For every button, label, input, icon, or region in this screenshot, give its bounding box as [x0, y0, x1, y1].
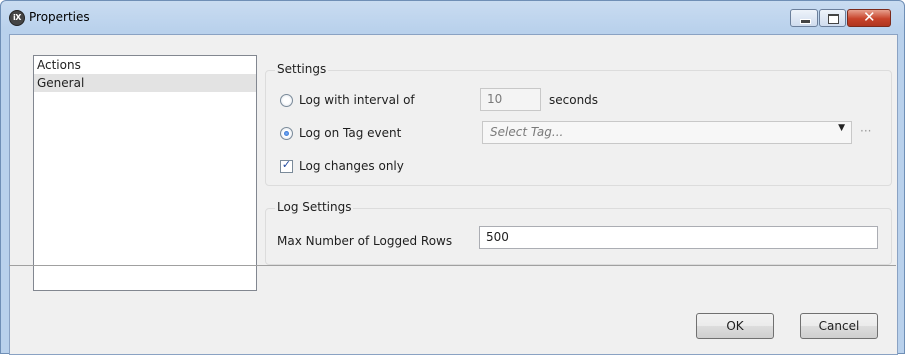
browse-tag-button[interactable]: ···: [860, 124, 871, 138]
list-item-actions[interactable]: Actions: [34, 56, 256, 74]
max-rows-input[interactable]: 500: [479, 226, 878, 249]
minimize-button[interactable]: [790, 9, 818, 27]
maximize-button[interactable]: [819, 9, 846, 27]
checkmark-icon: ✓: [281, 158, 292, 171]
max-rows-label: Max Number of Logged Rows: [277, 234, 453, 248]
select-tag-dropdown[interactable]: Select Tag... ▼: [482, 121, 852, 144]
chevron-down-icon: ▼: [838, 123, 845, 133]
select-tag-placeholder: Select Tag...: [490, 125, 564, 139]
ok-button[interactable]: OK: [696, 313, 774, 339]
footer-separator: [9, 265, 896, 266]
log-changes-checkbox[interactable]: ✓: [280, 158, 293, 173]
minimize-icon: [800, 19, 811, 24]
log-tag-radio[interactable]: [280, 127, 293, 140]
log-interval-radio[interactable]: [280, 94, 293, 107]
close-button[interactable]: ✕: [847, 8, 891, 27]
log-settings-group-label: Log Settings: [275, 200, 354, 214]
close-icon: ✕: [863, 8, 876, 26]
log-tag-label[interactable]: Log on Tag event: [299, 126, 401, 140]
dialog-client-area: Actions General Settings Log with interv…: [9, 34, 898, 355]
category-list[interactable]: Actions General: [33, 55, 257, 291]
cancel-button[interactable]: Cancel: [800, 313, 878, 339]
list-item-general[interactable]: General: [34, 74, 256, 92]
interval-input[interactable]: 10: [480, 88, 541, 111]
log-changes-label[interactable]: Log changes only: [299, 159, 404, 173]
properties-dialog: iX Properties ✕ Actions General Settings…: [0, 0, 905, 355]
maximize-icon: [828, 14, 839, 24]
interval-unit-label: seconds: [549, 93, 599, 107]
title-bar[interactable]: iX Properties ✕: [1, 1, 904, 33]
window-title: Properties: [29, 10, 90, 24]
log-interval-label[interactable]: Log with interval of: [299, 93, 415, 107]
app-icon: iX: [9, 10, 25, 26]
settings-group-label: Settings: [275, 62, 329, 76]
